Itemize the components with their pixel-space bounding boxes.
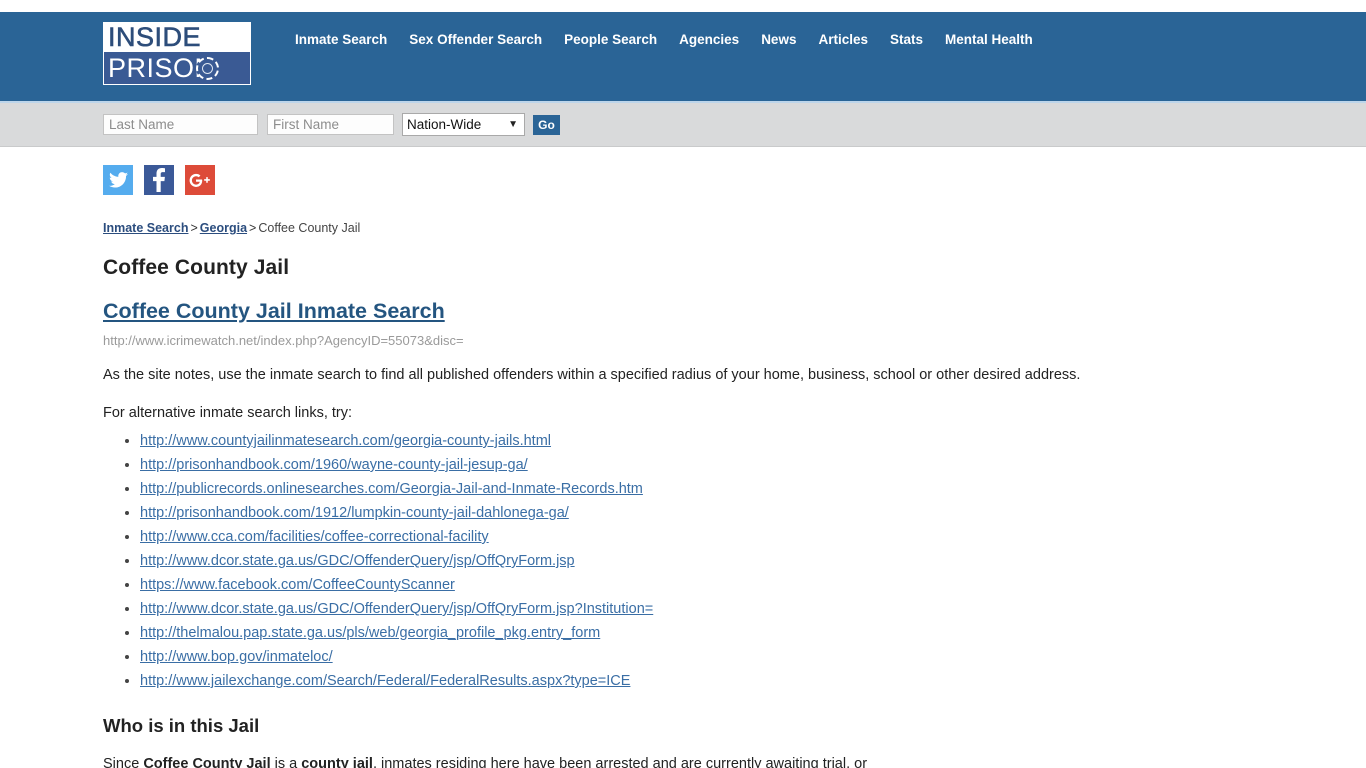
alternative-links-list: http://www.countyjailinmatesearch.com/ge…: [103, 429, 1366, 693]
list-item: https://www.facebook.com/CoffeeCountySca…: [140, 573, 1366, 597]
list-item: http://www.dcor.state.ga.us/GDC/Offender…: [140, 549, 1366, 573]
closing-post: , inmates residing here have been arrest…: [372, 756, 868, 768]
nav-item-agencies[interactable]: Agencies: [668, 28, 750, 52]
region-select-wrapper: Nation-Wide ▼: [402, 113, 525, 136]
list-item: http://www.jailexchange.com/Search/Feder…: [140, 669, 1366, 693]
alt-link[interactable]: http://www.dcor.state.ga.us/GDC/Offender…: [140, 553, 575, 569]
alt-link[interactable]: http://publicrecords.onlinesearches.com/…: [140, 481, 643, 497]
list-item: http://prisonhandbook.com/1960/wayne-cou…: [140, 453, 1366, 477]
closing-paragraph: Since Coffee County Jail is a county jai…: [103, 754, 1203, 768]
intro-paragraph: As the site notes, use the inmate search…: [103, 367, 1081, 383]
closing-mid: is a: [270, 756, 302, 768]
list-item: http://www.cca.com/facilities/coffee-cor…: [140, 525, 1366, 549]
alt-link[interactable]: http://www.jailexchange.com/Search/Feder…: [140, 673, 630, 689]
first-name-input[interactable]: [267, 114, 394, 135]
breadcrumb-current: Coffee County Jail: [258, 221, 361, 235]
main-navigation: Inmate Search Sex Offender Search People…: [284, 28, 1044, 52]
list-item: http://www.dcor.state.ga.us/GDC/Offender…: [140, 597, 1366, 621]
top-strip: [0, 0, 1366, 12]
nav-item-inmate-search[interactable]: Inmate Search: [284, 28, 398, 52]
social-share-row: [103, 165, 1366, 195]
site-logo[interactable]: INSIDE PRISON: [103, 22, 251, 85]
source-url: http://www.icrimewatch.net/index.php?Age…: [103, 333, 464, 348]
list-item: http://thelmalou.pap.state.ga.us/pls/web…: [140, 621, 1366, 645]
list-item: http://www.countyjailinmatesearch.com/ge…: [140, 429, 1366, 453]
quick-search-bar: Nation-Wide ▼ Go: [0, 101, 1366, 147]
alt-link[interactable]: http://www.bop.gov/inmateloc/: [140, 649, 333, 665]
nav-item-mental-health[interactable]: Mental Health: [934, 28, 1044, 52]
breadcrumb-link-inmate-search[interactable]: Inmate Search: [103, 221, 188, 235]
closing-pre: Since: [103, 756, 144, 768]
nav-item-stats[interactable]: Stats: [879, 28, 934, 52]
nav-item-people-search[interactable]: People Search: [553, 28, 668, 52]
logo-top-band: INSIDE: [104, 22, 250, 53]
prison-ring-icon: [196, 57, 219, 81]
alt-link[interactable]: http://prisonhandbook.com/1960/wayne-cou…: [140, 457, 528, 473]
prison-ring-inner-icon: [202, 63, 213, 75]
breadcrumb-link-georgia[interactable]: Georgia: [200, 221, 247, 235]
alt-link[interactable]: http://www.dcor.state.ga.us/GDC/Offender…: [140, 601, 653, 617]
breadcrumb-separator-1: >: [190, 221, 198, 235]
closing-bold-jail-name: Coffee County Jail: [143, 756, 271, 768]
logo-bottom-band: PRISON: [104, 52, 250, 84]
breadcrumb-separator-2: >: [249, 221, 257, 235]
logo-text-inside: INSIDE: [108, 22, 202, 53]
go-button[interactable]: Go: [533, 114, 560, 135]
breadcrumb: Inmate Search > Georgia > Coffee County Jail: [103, 220, 1366, 236]
alt-link[interactable]: http://thelmalou.pap.state.ga.us/pls/web…: [140, 625, 600, 641]
jail-inmate-search-link[interactable]: Coffee County Jail Inmate Search: [103, 299, 445, 324]
alt-link[interactable]: http://prisonhandbook.com/1912/lumpkin-c…: [140, 505, 569, 521]
alt-link[interactable]: https://www.facebook.com/CoffeeCountySca…: [140, 577, 455, 593]
facebook-icon[interactable]: [144, 165, 174, 195]
twitter-icon[interactable]: [103, 165, 133, 195]
alt-link[interactable]: http://www.countyjailinmatesearch.com/ge…: [140, 433, 551, 449]
page-title: Coffee County Jail: [103, 256, 290, 279]
alt-links-intro: For alternative inmate search links, try…: [103, 405, 353, 421]
section-title-who-is-in-this-jail: Who is in this Jail: [103, 715, 260, 736]
last-name-input[interactable]: [103, 114, 258, 135]
nav-item-sex-offender-search[interactable]: Sex Offender Search: [398, 28, 553, 52]
list-item: http://www.bop.gov/inmateloc/: [140, 645, 1366, 669]
alt-link[interactable]: http://www.cca.com/facilities/coffee-cor…: [140, 529, 489, 545]
list-item: http://prisonhandbook.com/1912/lumpkin-c…: [140, 501, 1366, 525]
list-item: http://publicrecords.onlinesearches.com/…: [140, 477, 1366, 501]
nav-item-articles[interactable]: Articles: [807, 28, 879, 52]
page-content: Inmate Search > Georgia > Coffee County Jail…: [0, 147, 1366, 768]
region-select[interactable]: Nation-Wide: [402, 113, 525, 136]
nav-item-news[interactable]: News: [750, 28, 807, 52]
closing-bold-jail-type: county jail: [301, 756, 373, 768]
site-header: INSIDE PRISON Inmate Search Sex Offender…: [0, 12, 1366, 101]
google-plus-icon[interactable]: [185, 165, 215, 195]
